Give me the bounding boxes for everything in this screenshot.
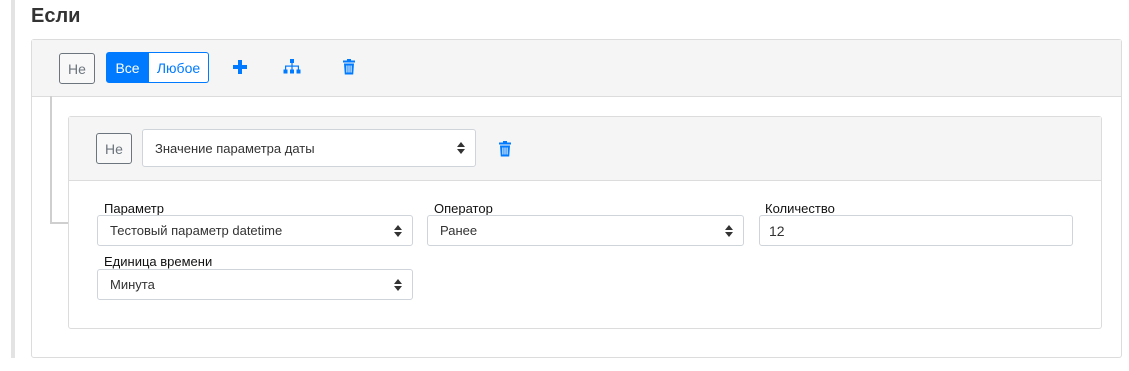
rule-header: Не Значение параметра даты: [69, 117, 1101, 181]
operator-select[interactable]: Ранее: [427, 215, 744, 246]
all-any-toggle: Все Любое: [106, 52, 209, 83]
rule-not-button[interactable]: Не: [96, 133, 132, 164]
sitemap-icon[interactable]: [283, 59, 301, 75]
operator-label: Оператор: [434, 201, 493, 216]
select-arrows-icon: [394, 278, 402, 291]
select-arrows-icon: [457, 142, 465, 154]
plus-icon[interactable]: [233, 60, 247, 74]
parameter-label: Параметр: [104, 201, 164, 216]
time-unit-select[interactable]: Минута: [97, 269, 413, 300]
time-unit-label: Единица времени: [104, 254, 213, 269]
all-button[interactable]: Все: [106, 52, 149, 83]
tree-connector-vertical: [50, 96, 52, 224]
left-border-rule: [11, 0, 15, 358]
parameter-select[interactable]: Тестовый параметр datetime: [97, 215, 413, 246]
condition-rule: Не Значение параметра даты Параметр Тест…: [68, 116, 1102, 329]
rule-type-select[interactable]: Значение параметра даты: [142, 129, 476, 167]
parameter-value: Тестовый параметр datetime: [110, 223, 283, 238]
time-unit-value: Минута: [110, 277, 155, 292]
quantity-input[interactable]: 12: [759, 215, 1073, 246]
operator-value: Ранее: [440, 223, 478, 238]
select-arrows-icon: [725, 224, 733, 237]
quantity-label: Количество: [765, 201, 835, 216]
trash-icon[interactable]: [499, 141, 511, 157]
trash-icon[interactable]: [343, 59, 355, 75]
select-arrows-icon: [394, 224, 402, 237]
group-header: Не Все Любое: [32, 40, 1121, 97]
rule-type-value: Значение параметра даты: [155, 140, 315, 156]
any-button[interactable]: Любое: [149, 52, 209, 83]
page-heading: Если: [31, 5, 81, 27]
tree-connector-horizontal: [50, 222, 68, 224]
group-not-button[interactable]: Не: [59, 53, 95, 84]
